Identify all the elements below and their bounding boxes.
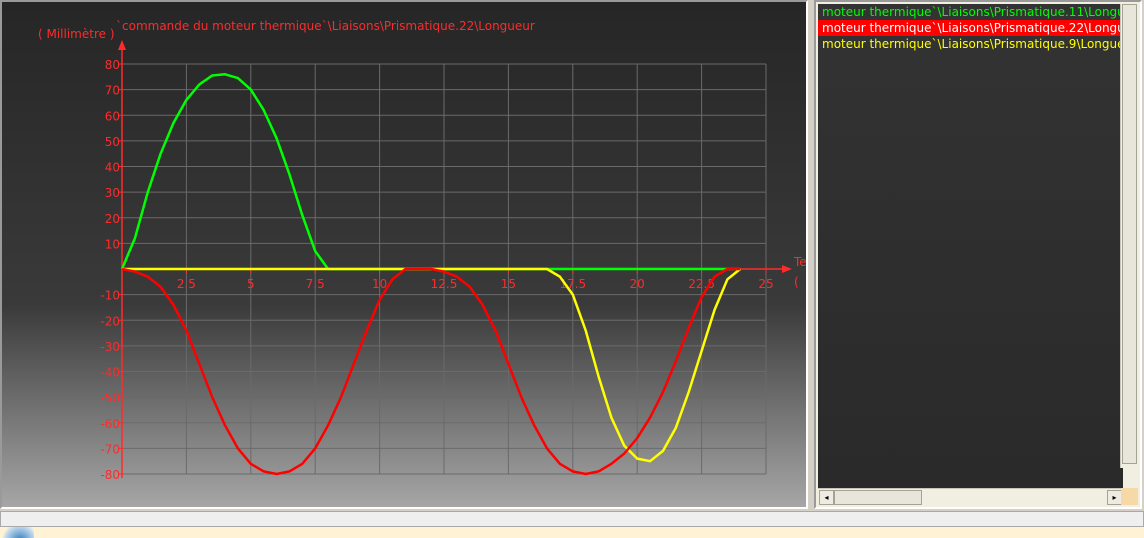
y-tick-label: -20: [100, 314, 120, 328]
y-tick-label: -50: [100, 391, 120, 405]
legend-item-label: moteur thermique`\Liaisons\Prismatique.1…: [822, 5, 1123, 19]
y-tick-label: 70: [105, 84, 120, 98]
legend-item-prismatique-22[interactable]: moteur thermique`\Liaisons\Prismatique.2…: [818, 20, 1123, 36]
x-tick-label: 10: [372, 277, 387, 291]
x-tick-label: 17.5: [559, 277, 586, 291]
scroll-right-button[interactable]: ▸: [1107, 490, 1122, 505]
y-axis-label: ( Millimètre ): [38, 27, 115, 41]
vertical-scrollbar[interactable]: [1120, 4, 1138, 468]
legend-item-prismatique-11[interactable]: moteur thermique`\Liaisons\Prismatique.1…: [818, 4, 1123, 20]
app-icon[interactable]: [0, 527, 34, 538]
line-chart[interactable]: 2.5 5 7.5 10 12.5 15 17.5 20 22.5 258070605040302…: [2, 2, 806, 507]
y-tick-label: 30: [105, 186, 120, 200]
y-tick-label: 80: [105, 58, 120, 72]
y-tick-label: 40: [105, 161, 120, 175]
horizontal-scroll-thumb[interactable]: [834, 490, 922, 505]
legend-item-prismatique-9[interactable]: moteur thermique`\Liaisons\Prismatique.9…: [818, 36, 1123, 52]
legend-list[interactable]: moteur thermique`\Liaisons\Prismatique.1…: [818, 4, 1123, 488]
y-tick-label: -40: [100, 366, 120, 380]
plot-panel[interactable]: 2.5 5 7.5 10 12.5 15 17.5 20 22.5 25 80 70 60 50 40 30 2…: [0, 0, 808, 509]
y-tick-label: -80: [100, 468, 120, 482]
horizontal-scrollbar[interactable]: ◂ ▸: [818, 488, 1123, 506]
x-axis-unit: (: [794, 275, 799, 289]
x-axis-label: Te: [793, 255, 806, 269]
legend-item-label: moteur thermique`\Liaisons\Prismatique.9…: [822, 37, 1123, 51]
x-tick-label: 5: [247, 277, 255, 291]
x-tick-label: 2.5: [177, 277, 196, 291]
x-tick-label: 12.5: [431, 277, 458, 291]
chart-title: `commande du moteur thermique`\Liaisons\…: [116, 19, 535, 33]
taskbar-strip: [0, 527, 1144, 538]
status-bar: [0, 511, 1144, 527]
y-tick-label: 50: [105, 135, 120, 149]
scrollbar-corner: [1121, 488, 1138, 505]
legend-item-label: moteur thermique`\Liaisons\Prismatique.2…: [822, 21, 1123, 35]
x-tick-label: 7.5: [306, 277, 325, 291]
y-tick-label: -30: [100, 340, 120, 354]
x-tick-label: 25: [758, 277, 773, 291]
x-tick-label: 15: [501, 277, 516, 291]
vertical-scroll-thumb[interactable]: [1122, 4, 1137, 464]
y-tick-label: -10: [100, 289, 120, 303]
x-tick-label: 20: [630, 277, 645, 291]
y-tick-label: -60: [100, 417, 120, 431]
scroll-left-button[interactable]: ◂: [819, 490, 834, 505]
legend-panel: moteur thermique`\Liaisons\Prismatique.1…: [814, 0, 1142, 509]
y-tick-label: -70: [100, 442, 120, 456]
y-tick-label: 10: [105, 237, 120, 251]
y-tick-label: 60: [105, 109, 120, 123]
y-tick-label: 20: [105, 212, 120, 226]
